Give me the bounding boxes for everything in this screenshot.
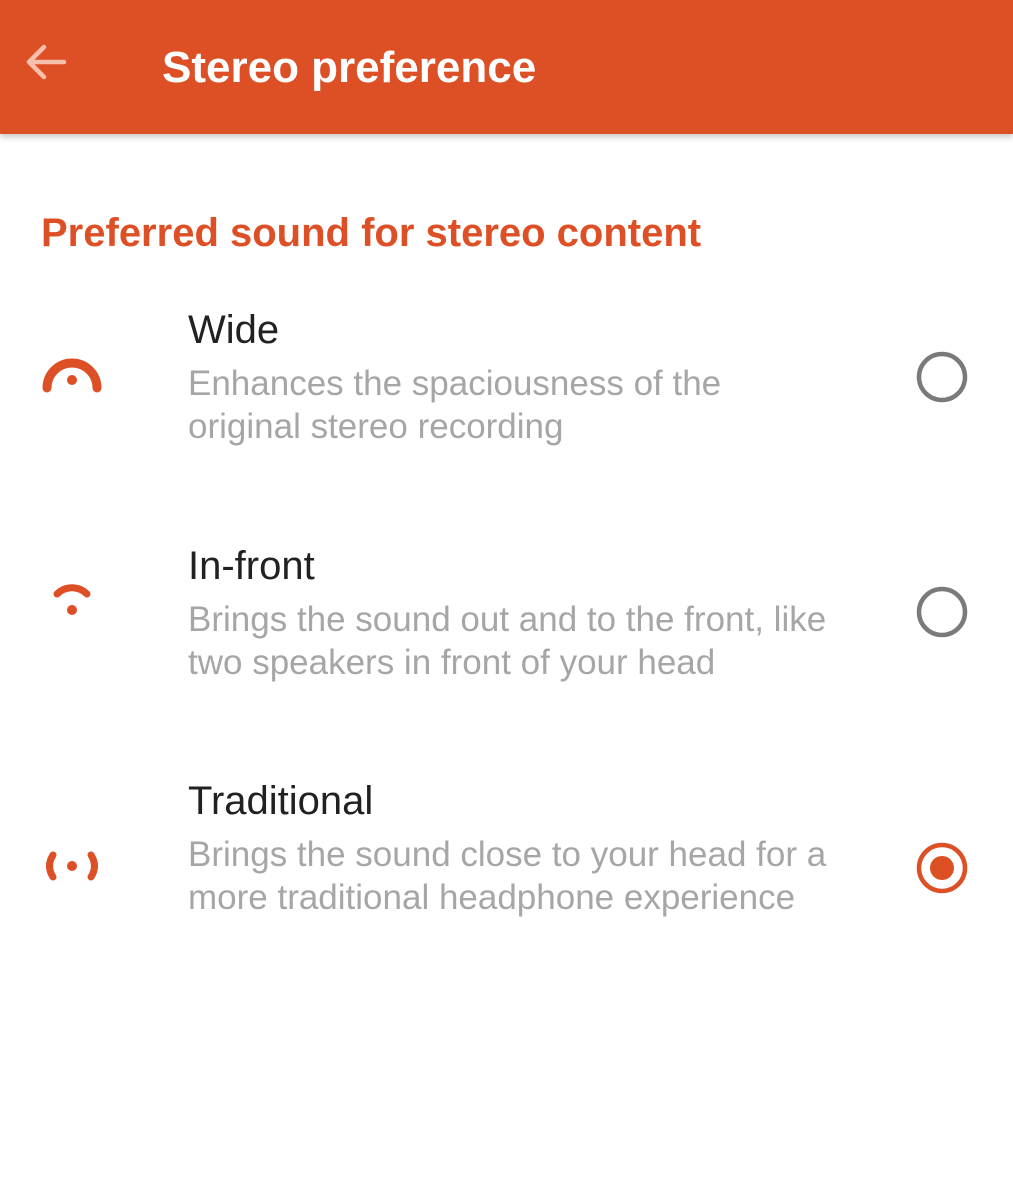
radio-in-front[interactable] — [914, 584, 970, 640]
app-bar: Stereo preference — [0, 0, 1013, 134]
settings-content: Preferred sound for stereo content Wide … — [0, 134, 1013, 1189]
wide-sound-icon — [42, 358, 102, 393]
radio-wide[interactable] — [914, 349, 970, 405]
option-title: In-front — [188, 544, 315, 588]
option-title: Traditional — [188, 779, 374, 823]
page-title: Stereo preference — [162, 43, 537, 92]
in-front-sound-icon — [53, 584, 91, 615]
option-in-front[interactable]: In-front Brings the sound out and to the… — [0, 542, 1013, 722]
option-description: Enhances the spaciousness of the origina… — [188, 364, 722, 446]
section-header: Preferred sound for stereo content — [41, 211, 702, 255]
back-button[interactable] — [14, 30, 78, 94]
option-description: Brings the sound out and to the front, l… — [188, 600, 827, 682]
option-traditional[interactable]: Traditional Brings the sound close to yo… — [0, 777, 1013, 1007]
traditional-sound-icon — [46, 851, 98, 881]
arrow-left-icon — [26, 44, 67, 80]
option-wide[interactable]: Wide Enhances the spaciousness of the or… — [0, 306, 1013, 486]
radio-traditional[interactable] — [914, 840, 970, 896]
option-description: Brings the sound close to your head for … — [188, 835, 827, 917]
option-title: Wide — [188, 308, 280, 352]
